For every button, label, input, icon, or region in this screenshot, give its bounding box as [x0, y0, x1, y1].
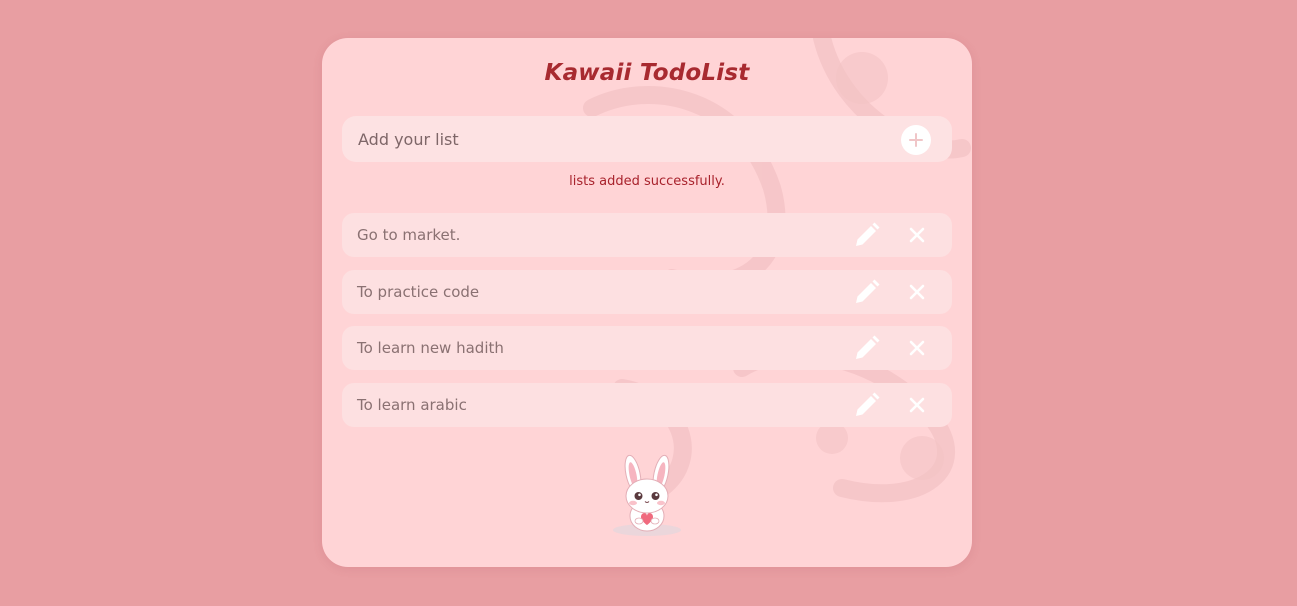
pencil-icon: [856, 279, 880, 303]
edit-button[interactable]: [852, 220, 882, 250]
page-title: Kawaii TodoList: [544, 60, 750, 86]
todo-item: To practice code: [342, 269, 952, 314]
plus-icon: [909, 133, 923, 147]
todo-item: To learn arabic: [342, 382, 952, 427]
add-list-bar: [342, 116, 952, 162]
bunny-mascot-icon: [613, 454, 681, 536]
pencil-icon: [856, 392, 880, 416]
close-icon: [909, 227, 925, 243]
todo-item: To learn new hadith: [342, 326, 952, 370]
pencil-icon: [856, 222, 880, 246]
close-icon: [909, 397, 925, 412]
edit-button[interactable]: [852, 390, 882, 420]
delete-button[interactable]: [902, 277, 932, 307]
todo-text: Go to market.: [357, 226, 461, 244]
todo-text: To learn new hadith: [357, 339, 504, 357]
pencil-icon: [856, 335, 880, 359]
status-message: lists added successfully.: [569, 174, 725, 189]
delete-button[interactable]: [902, 390, 932, 420]
delete-button[interactable]: [902, 220, 932, 250]
add-list-input[interactable]: [342, 116, 882, 162]
todo-card: Kawaii TodoList lists added successfully…: [322, 38, 972, 567]
edit-button[interactable]: [852, 277, 882, 307]
add-list-button[interactable]: [901, 125, 931, 155]
edit-button[interactable]: [852, 333, 882, 363]
close-icon: [909, 284, 925, 299]
todo-text: To learn arabic: [357, 395, 467, 414]
close-icon: [909, 340, 925, 356]
delete-button[interactable]: [902, 333, 932, 363]
todo-text: To practice code: [357, 282, 480, 301]
todo-list: Go to market. To practice code To learn …: [342, 213, 952, 439]
todo-item: Go to market.: [342, 213, 952, 257]
